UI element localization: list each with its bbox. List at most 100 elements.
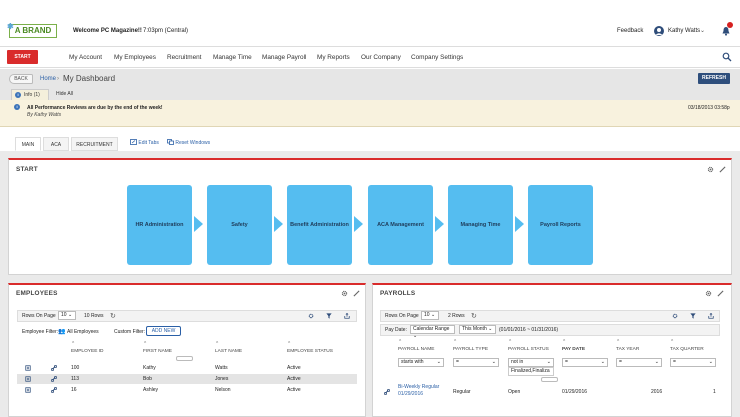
filter-status-value-input[interactable]: Finalized,Finaliza xyxy=(508,367,554,376)
column-header-tax-year[interactable]: TAX YEAR xyxy=(616,347,639,352)
column-header-employee-id[interactable]: EMPLOYEE ID xyxy=(71,349,104,354)
breadcrumb-home-link[interactable]: Home xyxy=(40,76,56,82)
hide-all-link[interactable]: Hide All xyxy=(56,91,73,97)
gear-icon[interactable] xyxy=(705,290,712,297)
table-row[interactable]: 113 Bob Jones Active xyxy=(17,374,357,384)
pencil-icon[interactable] xyxy=(717,290,724,297)
sort-icon[interactable]: ⌃ xyxy=(71,342,75,347)
chevron-down-icon: ⌄ xyxy=(654,359,659,365)
export-icon[interactable] xyxy=(708,313,714,319)
sort-icon[interactable]: ⌃ xyxy=(508,340,512,345)
sort-icon[interactable]: ⌃ xyxy=(143,342,147,347)
column-resize-handle[interactable] xyxy=(541,377,558,382)
rows-on-page-value: 10 xyxy=(424,312,430,318)
chevron-down-icon[interactable]: ⌄ xyxy=(700,27,705,34)
add-new-button[interactable]: ADD NEW xyxy=(146,326,181,336)
sort-icon[interactable]: ⌃ xyxy=(562,340,566,345)
nav-company-settings[interactable]: Company Settings xyxy=(411,54,463,61)
nav-our-company[interactable]: Our Company xyxy=(361,54,401,61)
flow-hr-administration[interactable]: HR Administration xyxy=(127,185,192,265)
user-name[interactable]: Kathy Watts xyxy=(668,28,700,34)
sort-icon[interactable]: ⌃ xyxy=(398,340,402,345)
search-icon[interactable] xyxy=(722,52,732,62)
settings-icon[interactable] xyxy=(672,313,678,319)
nav-manage-time[interactable]: Manage Time xyxy=(213,54,252,61)
table-row[interactable]: 100 Kathy Watts Active xyxy=(17,363,357,373)
refresh-button[interactable]: REFRESH xyxy=(698,73,730,84)
flow-managing-time[interactable]: Managing Time xyxy=(448,185,513,265)
pencil-icon[interactable] xyxy=(353,290,360,297)
sort-icon[interactable]: ⌃ xyxy=(215,342,219,347)
filter-payroll-type[interactable]: = ⌄ xyxy=(453,358,499,367)
sort-icon[interactable]: ⌃ xyxy=(616,340,620,345)
filter-tax-year[interactable]: = ⌄ xyxy=(616,358,662,367)
tab-main[interactable]: MAIN xyxy=(15,137,41,151)
pencil-icon[interactable] xyxy=(719,166,726,173)
flow-safety[interactable]: Safety xyxy=(207,185,272,265)
reset-windows-link[interactable]: Reset Windows xyxy=(167,139,210,146)
column-header-pay-date[interactable]: PAY DATE xyxy=(562,347,585,352)
filter-icon[interactable] xyxy=(326,313,332,319)
filter-payroll-status-value: not in xyxy=(511,359,524,365)
table-row[interactable]: 16 Ashley Nelson Active xyxy=(17,385,357,395)
filter-payroll-status[interactable]: not in ⌄ xyxy=(508,358,554,367)
nav-manage-payroll[interactable]: Manage Payroll xyxy=(262,54,306,61)
filter-icon[interactable] xyxy=(690,313,696,319)
filter-tax-quarter[interactable]: = ⌄ xyxy=(670,358,716,367)
refresh-icon[interactable]: ↻ xyxy=(471,312,477,320)
filter-payroll-name[interactable]: starts with ⌄ xyxy=(398,358,444,367)
cell-status: Active xyxy=(287,376,301,382)
column-resize-handle[interactable] xyxy=(176,356,193,361)
rows-on-page-select[interactable]: 10 ⌄ xyxy=(58,311,76,320)
info-tab[interactable]: i Info (1) xyxy=(11,89,49,100)
nav-my-employees[interactable]: My Employees xyxy=(114,54,156,61)
flow-payroll-reports[interactable]: Payroll Reports xyxy=(528,185,593,265)
rows-on-page-select[interactable]: 10 ⌄ xyxy=(421,311,439,320)
cell-payroll-name-date[interactable]: 01/29/2016 xyxy=(398,391,423,397)
link-icon[interactable] xyxy=(51,387,57,393)
sort-icon[interactable]: ⌃ xyxy=(670,340,674,345)
column-header-tax-quarter[interactable]: TAX QUARTER xyxy=(670,347,704,352)
flow-aca-management[interactable]: ACA Management xyxy=(368,185,433,265)
date-range-select[interactable]: Calendar Range ⌄ xyxy=(410,325,455,339)
filter-pay-date[interactable]: = ⌄ xyxy=(562,358,608,367)
cell-payroll-name[interactable]: Bi-Weekly Regular xyxy=(398,384,439,390)
column-header-payroll-status[interactable]: PAYROLL STATUS xyxy=(508,347,549,352)
gear-icon[interactable] xyxy=(341,290,348,297)
link-icon[interactable] xyxy=(384,389,390,395)
sort-icon[interactable]: ⌃ xyxy=(453,340,457,345)
back-button[interactable]: BACK xyxy=(9,74,33,84)
column-header-first-name[interactable]: FIRST NAME xyxy=(143,349,172,354)
nav-my-account[interactable]: My Account xyxy=(69,54,102,61)
export-icon[interactable] xyxy=(344,313,350,319)
tab-aca[interactable]: ACA xyxy=(43,137,69,151)
refresh-icon[interactable]: ↻ xyxy=(110,312,116,320)
edit-tabs-link[interactable]: Edit Tabs xyxy=(130,139,159,146)
column-header-last-name[interactable]: LAST NAME xyxy=(215,349,242,354)
link-icon[interactable] xyxy=(51,365,57,371)
user-avatar-icon[interactable] xyxy=(654,26,664,36)
employee-filter-value[interactable]: All Employees xyxy=(67,329,99,335)
profile-icon[interactable] xyxy=(25,376,31,382)
tab-recruitment[interactable]: RECRUITMENT xyxy=(71,137,118,151)
sort-icon[interactable]: ⌃ xyxy=(287,342,291,347)
profile-icon[interactable] xyxy=(25,365,31,371)
gear-icon[interactable] xyxy=(707,166,714,173)
brand-logo[interactable]: ✱ A BRAND xyxy=(7,22,57,38)
settings-icon[interactable] xyxy=(308,313,314,319)
link-icon[interactable] xyxy=(51,376,57,382)
period-select[interactable]: This Month ⌄ xyxy=(459,325,496,334)
cell-payroll-status: Open xyxy=(508,389,521,395)
column-header-payroll-type[interactable]: PAYROLL TYPE xyxy=(453,347,488,352)
start-button[interactable]: START xyxy=(7,50,38,64)
nav-recruitment[interactable]: Recruitment xyxy=(167,54,201,61)
logo-text: A BRAND xyxy=(14,26,52,35)
flow-benefit-administration[interactable]: Benefit Administration xyxy=(287,185,352,265)
column-header-employee-status[interactable]: EMPLOYEE STATUS xyxy=(287,349,333,354)
cell-first-name: Bob xyxy=(143,376,152,382)
feedback-link[interactable]: Feedback xyxy=(617,28,643,34)
nav-my-reports[interactable]: My Reports xyxy=(317,54,350,61)
profile-icon[interactable] xyxy=(25,387,31,393)
column-header-payroll-name[interactable]: PAYROLL NAME xyxy=(398,347,434,352)
table-row[interactable]: Bi-Weekly Regular 01/29/2016 Regular Ope… xyxy=(380,384,720,398)
